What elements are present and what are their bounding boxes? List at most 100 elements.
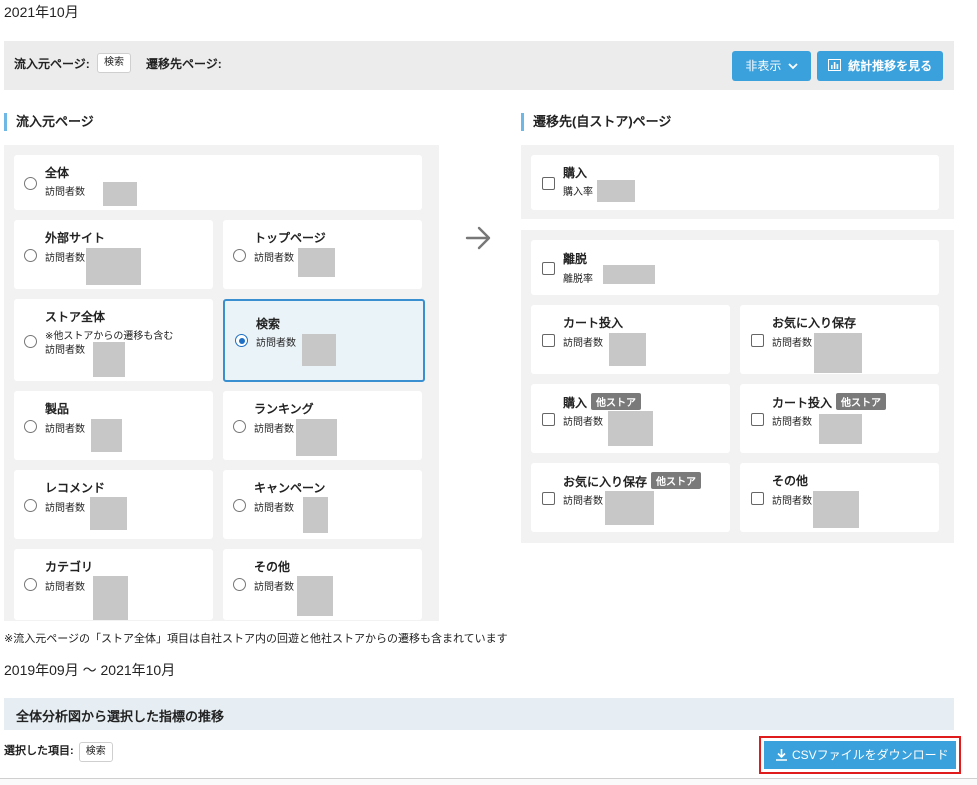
masked-value <box>609 333 646 366</box>
radio[interactable] <box>24 420 37 433</box>
radio[interactable] <box>24 335 37 348</box>
hide-button[interactable]: 非表示 <box>732 51 811 81</box>
source-card-campaign[interactable]: キャンペーン 訪問者数 <box>223 470 422 539</box>
source-card-top[interactable]: トップページ 訪問者数 <box>223 220 422 289</box>
checkbox[interactable] <box>751 413 764 426</box>
dest-card-sub: 訪問者数 <box>563 496 603 507</box>
source-panel: 全体 訪問者数 外部サイト 訪問者数 トップページ 訪問者数 ストア全体 ※他ス… <box>4 145 439 621</box>
source-card-label: その他 <box>254 560 291 574</box>
source-card-store[interactable]: ストア全体 ※他ストアからの遷移も含む 訪問者数 <box>14 299 213 381</box>
source-card-label: レコメンド <box>45 481 106 495</box>
source-tag[interactable]: 検索 <box>97 53 131 73</box>
dest-card-exit[interactable]: 離脱 離脱率 <box>531 240 939 295</box>
filter-bar: 流入元ページ: 検索 遷移先ページ: 非表示 統計推移を見る <box>4 41 954 90</box>
radio[interactable] <box>233 420 246 433</box>
dest-card-label: お気に入り保存 <box>563 475 648 489</box>
dest-panel-purchase: 購入 購入率 <box>521 145 954 219</box>
checkbox[interactable] <box>542 492 555 505</box>
selected-item-tag[interactable]: 検索 <box>78 742 113 762</box>
masked-value <box>93 342 125 377</box>
checkbox[interactable] <box>542 334 555 347</box>
masked-value <box>608 411 653 446</box>
source-card-sub: 訪問者数 <box>254 424 294 435</box>
dest-card-sub: 訪問者数 <box>563 417 603 428</box>
dest-card-cart-other[interactable]: カート投入 他ストア 訪問者数 <box>740 384 939 453</box>
radio[interactable] <box>233 578 246 591</box>
dest-card-title: お気に入り保存 他ストア <box>563 472 702 490</box>
source-card-product[interactable]: 製品 訪問者数 <box>14 391 213 460</box>
radio[interactable] <box>24 177 37 190</box>
source-card-label: 全体 <box>45 166 70 180</box>
source-card-all[interactable]: 全体 訪問者数 <box>14 155 422 210</box>
page-month: 2021年10月 <box>4 4 79 20</box>
masked-value <box>303 497 328 533</box>
source-card-sub: 訪問者数 <box>45 345 85 356</box>
dest-card-label: 購入 <box>563 396 588 410</box>
dest-card-favorite-other[interactable]: お気に入り保存 他ストア 訪問者数 <box>531 463 730 532</box>
masked-value <box>86 248 141 285</box>
selected-items: 選択した項目: 検索 <box>4 742 113 762</box>
dest-card-purchase[interactable]: 購入 購入率 <box>531 155 939 210</box>
radio-selected[interactable] <box>235 334 248 347</box>
masked-value <box>90 497 127 530</box>
source-card-sub: 訪問者数 <box>254 503 294 514</box>
source-card-recommend[interactable]: レコメンド 訪問者数 <box>14 470 213 539</box>
masked-value <box>93 576 128 620</box>
chevron-down-icon <box>788 63 798 70</box>
masked-value <box>819 414 862 444</box>
source-card-label: ランキング <box>254 402 314 416</box>
dest-panel-title: 遷移先(自ストア)ページ <box>521 113 671 131</box>
dest-card-favorite[interactable]: お気に入り保存 訪問者数 <box>740 305 939 374</box>
radio[interactable] <box>24 499 37 512</box>
download-icon <box>776 749 787 761</box>
source-card-label: 外部サイト <box>45 231 106 245</box>
source-card-label: 検索 <box>256 317 281 331</box>
dest-card-label: カート投入 <box>563 316 624 330</box>
source-panel-title: 流入元ページ <box>4 113 94 131</box>
dest-card-purchase-other[interactable]: 購入 他ストア 訪問者数 <box>531 384 730 453</box>
dest-card-title: 購入 他ストア <box>563 393 642 411</box>
stats-trend-button[interactable]: 統計推移を見る <box>817 51 943 81</box>
footnote: ※流入元ページの「ストア全体」項目は自社ストア内の回遊と他社ストアからの遷移も含… <box>4 633 508 645</box>
checkbox[interactable] <box>542 262 555 275</box>
source-card-other[interactable]: その他 訪問者数 <box>223 549 422 620</box>
dest-card-label: カート投入 <box>772 396 833 410</box>
other-store-badge: 他ストア <box>836 393 887 410</box>
source-card-category[interactable]: カテゴリ 訪問者数 <box>14 549 213 620</box>
checkbox[interactable] <box>542 413 555 426</box>
arrow-right-icon <box>465 226 491 250</box>
masked-value <box>603 265 655 284</box>
masked-value <box>91 419 122 452</box>
csv-download-button[interactable]: CSVファイルをダウンロード <box>764 741 956 769</box>
radio[interactable] <box>233 499 246 512</box>
other-store-badge: 他ストア <box>651 472 702 489</box>
masked-value <box>297 576 333 616</box>
hide-button-label: 非表示 <box>745 59 782 73</box>
source-card-external[interactable]: 外部サイト 訪問者数 <box>14 220 213 289</box>
source-card-sub: 訪問者数 <box>45 503 85 514</box>
source-card-sub: 訪問者数 <box>254 253 294 264</box>
masked-value <box>814 333 862 373</box>
source-card-sub: 訪問者数 <box>45 187 85 198</box>
checkbox[interactable] <box>542 177 555 190</box>
dest-label: 遷移先ページ: <box>146 57 222 71</box>
source-card-search[interactable]: 検索 訪問者数 <box>223 299 425 382</box>
source-card-ranking[interactable]: ランキング 訪問者数 <box>223 391 422 460</box>
csv-download-highlight: CSVファイルをダウンロード <box>759 736 961 774</box>
source-card-label: トップページ <box>254 231 326 245</box>
dest-card-label: その他 <box>772 474 809 488</box>
selected-items-label: 選択した項目: <box>4 745 74 757</box>
dest-card-other[interactable]: その他 訪問者数 <box>740 463 939 532</box>
dest-card-label: 離脱 <box>563 252 588 266</box>
other-store-badge: 他ストア <box>591 393 642 410</box>
radio[interactable] <box>24 578 37 591</box>
radio[interactable] <box>24 249 37 262</box>
source-label: 流入元ページ: <box>14 57 90 71</box>
csv-download-label: CSVファイルをダウンロード <box>792 748 949 762</box>
dest-card-cart[interactable]: カート投入 訪問者数 <box>531 305 730 374</box>
checkbox[interactable] <box>751 492 764 505</box>
source-card-sub: 訪問者数 <box>45 253 85 264</box>
radio[interactable] <box>233 249 246 262</box>
checkbox[interactable] <box>751 334 764 347</box>
masked-value <box>103 182 137 206</box>
